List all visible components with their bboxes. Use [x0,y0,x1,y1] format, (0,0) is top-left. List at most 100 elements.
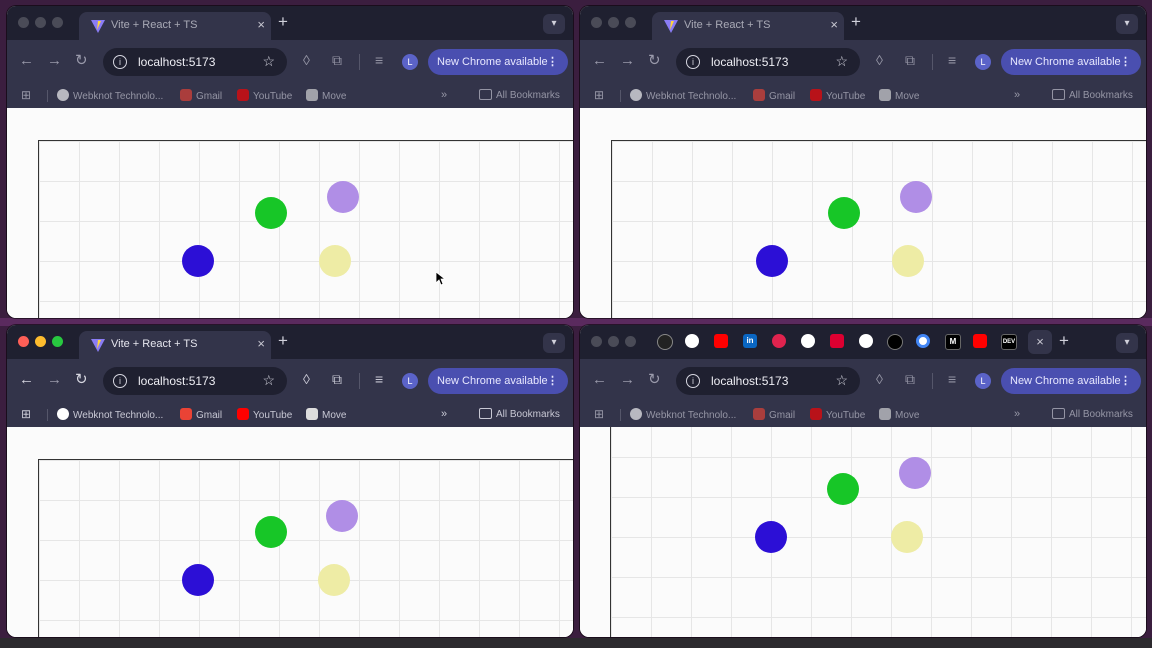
close-tab-icon[interactable]: × [257,17,265,32]
bookmark-gmail[interactable]: Gmail [180,408,222,421]
close-tab-icon[interactable]: × [257,336,265,351]
minimize-window-button[interactable] [35,336,46,347]
back-button[interactable]: ← [592,372,607,388]
minimize-window-button[interactable] [608,17,619,28]
github-icon[interactable] [685,334,699,348]
all-bookmarks-folder[interactable]: All Bookmarks [479,408,560,420]
linkedin-icon[interactable]: in [743,334,757,348]
nest-icon[interactable] [772,334,786,348]
tab-vite-react[interactable]: Vite + React + TS × [652,12,844,40]
extension-drop-icon[interactable]: ◊ [876,371,883,387]
reading-list-icon[interactable]: ≡ [948,52,956,68]
bookmark-youtube[interactable]: YouTube [237,408,292,421]
youtube-icon[interactable] [973,334,987,348]
new-tab-button[interactable]: + [278,332,288,350]
apps-grid-icon[interactable]: ⊞ [594,88,604,102]
reload-button[interactable]: ↻ [648,53,661,69]
apps-grid-icon[interactable]: ⊞ [21,407,31,421]
new-tab-button[interactable]: + [1059,332,1069,350]
all-bookmarks-folder[interactable]: All Bookmarks [1052,408,1133,420]
bookmarks-overflow-icon[interactable]: » [441,89,447,101]
address-bar[interactable]: i localhost:5173 ☆ [676,367,860,395]
site-info-icon[interactable]: i [113,55,127,69]
extension-drop-icon[interactable]: ◊ [303,371,310,387]
minimize-window-button[interactable] [35,17,46,28]
bookmark-star-icon[interactable]: ☆ [835,53,848,70]
back-button[interactable]: ← [19,53,34,69]
profile-avatar[interactable]: L [402,373,418,389]
bookmark-move[interactable]: Move [879,89,919,102]
bookmark-webknot[interactable]: Webknot Technolo... [57,408,163,421]
back-button[interactable]: ← [19,372,34,388]
bookmark-youtube[interactable]: YouTube [810,408,865,421]
tab-vite-react[interactable]: Vite + React + TS × [79,331,271,359]
close-window-button[interactable] [18,336,29,347]
zoom-window-button[interactable] [52,336,63,347]
bookmark-youtube[interactable]: YouTube [237,89,292,102]
apps-grid-icon[interactable]: ⊞ [21,88,31,102]
extension-drop-icon[interactable]: ◊ [876,52,883,68]
extensions-puzzle-icon[interactable]: ⧉ [905,371,915,387]
apps-grid-icon[interactable]: ⊞ [594,407,604,421]
close-window-button[interactable] [591,17,602,28]
forward-button[interactable]: → [47,372,62,388]
address-bar[interactable]: i localhost:5173 ☆ [103,367,287,395]
new-tab-button[interactable]: + [278,13,288,31]
github-icon[interactable] [859,334,873,348]
site-info-icon[interactable]: i [686,374,700,388]
forward-button[interactable]: → [620,53,635,69]
profile-avatar[interactable]: L [975,373,991,389]
update-chrome-button[interactable]: New Chrome available ⋮ [428,368,568,394]
update-chrome-button[interactable]: New Chrome available ⋮ [428,49,568,75]
zoom-window-button[interactable] [625,17,636,28]
nextjs-icon[interactable] [887,334,903,350]
all-bookmarks-folder[interactable]: All Bookmarks [479,89,560,101]
site-info-icon[interactable]: i [113,374,127,388]
google-icon[interactable] [916,334,930,348]
bookmark-webknot[interactable]: Webknot Technolo... [630,408,736,421]
simulation-canvas[interactable] [610,427,1146,637]
extensions-puzzle-icon[interactable]: ⧉ [332,52,342,68]
bookmarks-overflow-icon[interactable]: » [1014,408,1020,420]
more-menu-icon[interactable]: ⋮ [1120,368,1131,394]
address-bar[interactable]: i localhost:5173 ☆ [103,48,287,76]
bookmark-move[interactable]: Move [306,89,346,102]
forward-button[interactable]: → [47,53,62,69]
update-chrome-button[interactable]: New Chrome available ⋮ [1001,368,1141,394]
close-window-button[interactable] [18,17,29,28]
reading-list-icon[interactable]: ≡ [948,371,956,387]
angular-icon[interactable] [830,334,844,348]
profile-avatar[interactable]: L [975,54,991,70]
forward-button[interactable]: → [620,372,635,388]
back-button[interactable]: ← [592,53,607,69]
simulation-canvas[interactable] [611,140,1146,318]
update-chrome-button[interactable]: New Chrome available ⋮ [1001,49,1141,75]
all-bookmarks-folder[interactable]: All Bookmarks [1052,89,1133,101]
reload-button[interactable]: ↻ [75,372,88,388]
youtube-icon[interactable] [714,334,728,348]
bookmarks-overflow-icon[interactable]: » [1014,89,1020,101]
close-tab-icon[interactable]: × [1028,330,1052,354]
tab-search-button[interactable]: ▾ [543,14,565,34]
bookmark-youtube[interactable]: YouTube [810,89,865,102]
close-tab-icon[interactable]: × [830,17,838,32]
reload-button[interactable]: ↻ [75,53,88,69]
openai-icon[interactable] [657,334,673,350]
bookmark-move[interactable]: Move [306,408,346,421]
tab-vite-react[interactable]: Vite + React + TS × [79,12,271,40]
more-menu-icon[interactable]: ⋮ [547,49,558,75]
extensions-puzzle-icon[interactable]: ⧉ [905,52,915,68]
dev-icon[interactable]: DEV [1001,334,1017,350]
extension-drop-icon[interactable]: ◊ [303,52,310,68]
medium-icon[interactable]: M [945,334,961,350]
reload-button[interactable]: ↻ [648,372,661,388]
profile-avatar[interactable]: L [402,54,418,70]
address-bar[interactable]: i localhost:5173 ☆ [676,48,860,76]
bookmark-gmail[interactable]: Gmail [180,89,222,102]
bookmarks-overflow-icon[interactable]: » [441,408,447,420]
close-window-button[interactable] [591,336,602,347]
simulation-canvas[interactable] [38,140,573,318]
zoom-window-button[interactable] [625,336,636,347]
bookmark-move[interactable]: Move [879,408,919,421]
bookmark-star-icon[interactable]: ☆ [262,53,275,70]
